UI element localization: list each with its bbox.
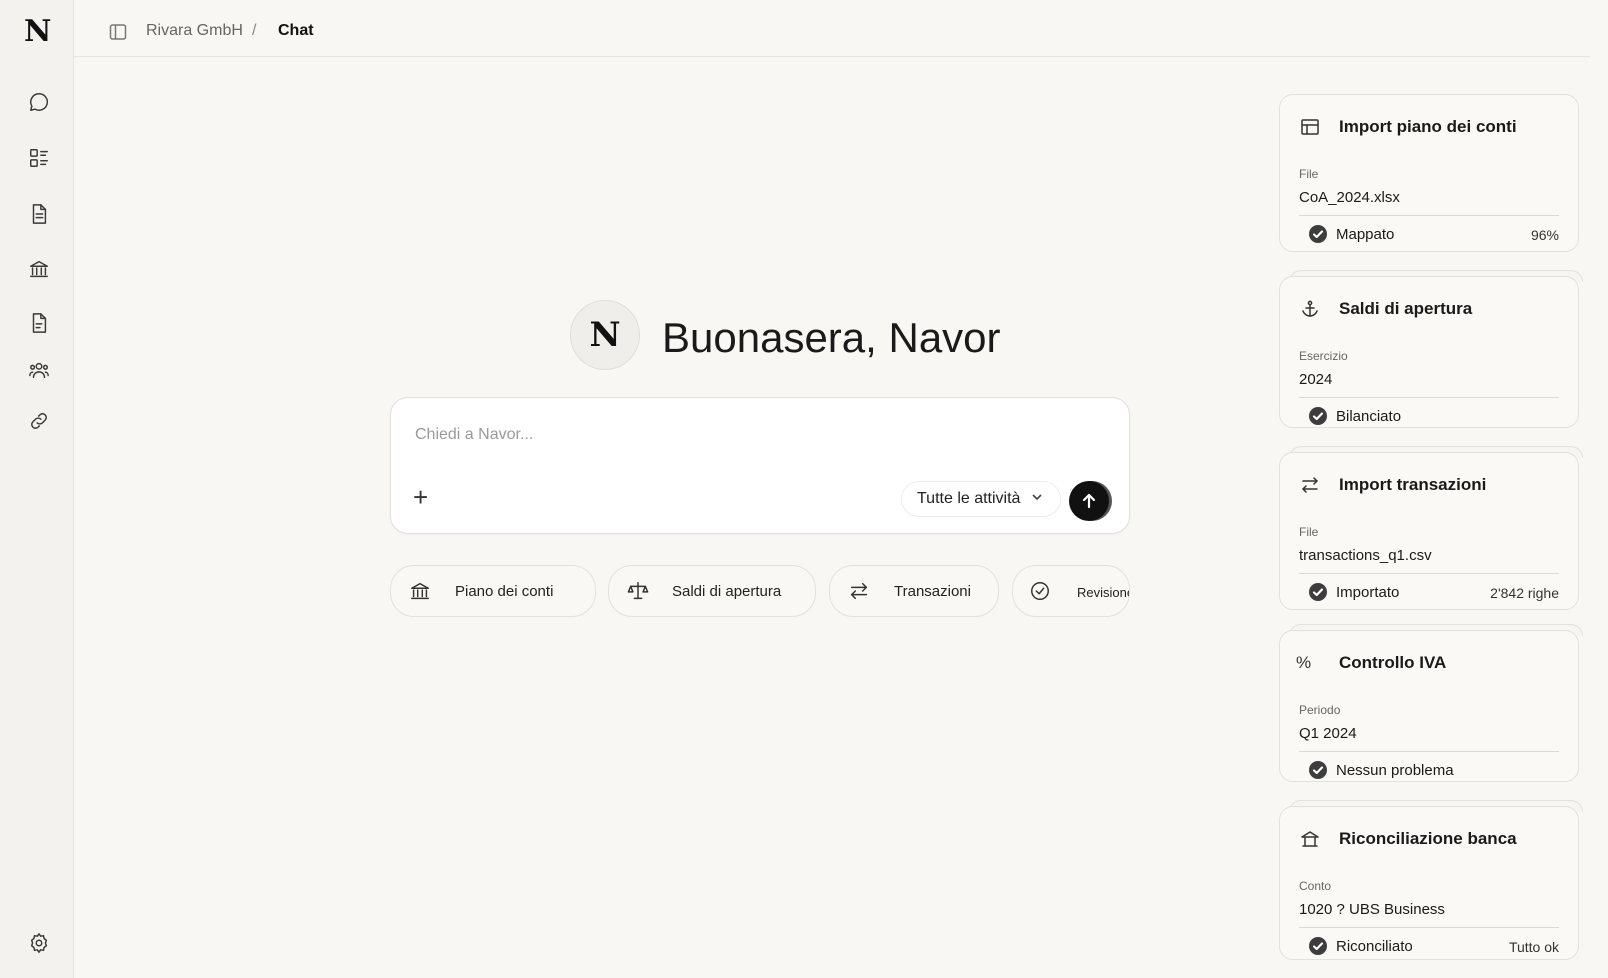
quick-action-saldi-di-apertura[interactable]: Saldi di apertura [608, 565, 816, 617]
chevron-down-icon [1030, 490, 1044, 504]
gear-icon[interactable] [27, 931, 51, 955]
task-card-import-transazioni[interactable]: Import transazioni File transactions_q1.… [1279, 452, 1579, 610]
breadcrumb-current: Chat [278, 22, 314, 39]
bank-building-icon [1300, 829, 1320, 849]
app-logo[interactable]: N [24, 14, 51, 49]
card-status: Riconciliato [1336, 938, 1413, 955]
card-status: Importato [1336, 584, 1400, 601]
add-attachment-button[interactable]: + [413, 484, 428, 510]
avatar: N [570, 300, 640, 370]
card-title: Import piano dei conti [1339, 117, 1517, 136]
card-title: Controllo IVA [1339, 653, 1447, 672]
card-status: Mappato [1336, 226, 1395, 243]
chat-icon[interactable] [27, 90, 51, 114]
bank-icon[interactable] [27, 257, 51, 281]
sidebar: N [0, 0, 74, 978]
task-card-import-piano[interactable]: Import piano dei conti File CoA_2024.xls… [1279, 94, 1579, 252]
users-icon[interactable] [27, 358, 51, 382]
quick-action-transazioni[interactable]: Transazioni [829, 565, 999, 617]
card-title: Import transazioni [1339, 475, 1487, 494]
anchor-icon [1300, 299, 1320, 319]
card-status: Nessun problema [1336, 762, 1454, 779]
check-circle-icon [1309, 583, 1327, 601]
swap-icon [848, 580, 870, 602]
scale-icon [627, 580, 649, 602]
check-circle-icon [1309, 407, 1327, 425]
divider [1299, 397, 1559, 398]
scope-select[interactable]: Tutte le attività [901, 481, 1061, 517]
chat-composer: + Tutte le attività [390, 397, 1130, 534]
scope-select-value: Tutte le attività [917, 490, 1021, 507]
breadcrumb-org[interactable]: Rivara GmbH [146, 22, 243, 40]
file-text-icon[interactable] [27, 311, 51, 335]
card-field-value: transactions_q1.csv [1299, 547, 1432, 564]
card-field-value: Q1 2024 [1299, 725, 1357, 742]
card-meta: Tutto ok [1508, 939, 1559, 955]
arrow-up-icon [1082, 493, 1096, 509]
document-icon[interactable] [27, 202, 51, 226]
divider [1299, 215, 1559, 216]
task-card-controllo-iva[interactable]: % Controllo IVA Periodo Q1 2024 Nessun p… [1279, 630, 1579, 782]
check-circle-icon [1309, 761, 1327, 779]
divider [1299, 573, 1559, 574]
breadcrumb-separator: / [252, 22, 257, 39]
sidebar-toggle-icon[interactable] [109, 23, 127, 41]
dashboard-icon[interactable] [27, 146, 51, 170]
card-field-value: 2024 [1299, 371, 1333, 388]
page-title: Buonasera, Navor [662, 314, 1001, 361]
card-field-value: CoA_2024.xlsx [1299, 189, 1400, 206]
card-meta: 2'842 righe [1490, 585, 1559, 601]
top-bar: Rivara GmbH / Chat [74, 0, 1590, 57]
quick-action-revisione[interactable]: Revisione [1012, 565, 1130, 617]
quick-action-label: Transazioni [894, 583, 971, 600]
card-field-value: 1020 ? UBS Business [1299, 901, 1445, 918]
card-field-label: Conto [1299, 879, 1332, 893]
bank-icon [409, 580, 431, 602]
chat-input[interactable] [415, 426, 1095, 444]
card-meta: 96% [1530, 227, 1559, 243]
check-circle-icon [1309, 225, 1327, 243]
quick-action-label: Saldi di apertura [672, 583, 782, 600]
divider [1299, 751, 1559, 752]
divider [1299, 927, 1559, 928]
card-title: Saldi di apertura [1339, 299, 1473, 318]
swap-icon [1300, 475, 1320, 495]
quick-action-label: Piano dei conti [455, 583, 554, 600]
percent-icon: % [1296, 653, 1312, 672]
card-status: Bilanciato [1336, 408, 1402, 425]
quick-action-piano-dei-conti[interactable]: Piano dei conti [390, 565, 596, 617]
check-circle-icon [1309, 937, 1327, 955]
task-card-riconciliazione[interactable]: Riconciliazione banca Conto 1020 ? UBS B… [1279, 806, 1579, 960]
card-title: Riconciliazione banca [1339, 829, 1517, 848]
card-field-label: Esercizio [1299, 349, 1348, 363]
check-circle-icon [1029, 580, 1051, 602]
card-field-label: File [1299, 167, 1319, 181]
card-field-label: File [1299, 525, 1319, 539]
send-button[interactable] [1069, 481, 1109, 521]
table-icon [1300, 117, 1320, 137]
card-field-label: Periodo [1299, 703, 1341, 717]
task-card-saldi-apertura[interactable]: Saldi di apertura Esercizio 2024 Bilanci… [1279, 276, 1579, 428]
link-icon[interactable] [27, 409, 51, 433]
quick-action-label: Revisione [1077, 585, 1130, 600]
